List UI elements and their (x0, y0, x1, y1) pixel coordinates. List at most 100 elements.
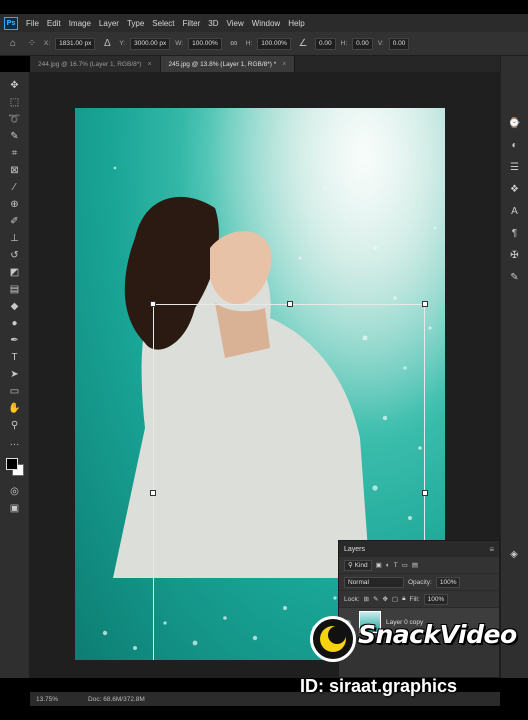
menu-view[interactable]: View (227, 19, 244, 28)
width-field[interactable]: 100.00% (188, 37, 222, 50)
v-skew-label: V: (377, 40, 384, 47)
opacity-field[interactable]: 100% (435, 576, 461, 588)
paragraph-icon[interactable]: ¶ (506, 226, 524, 240)
y-field[interactable]: 3000.00 px (130, 37, 171, 50)
filter-shape-icon[interactable]: ▭ (402, 561, 408, 569)
x-field[interactable]: 1831.00 px (55, 37, 96, 50)
blur-tool-icon[interactable]: ◆ (5, 299, 25, 314)
layers-panel-title[interactable]: Layers (344, 546, 365, 553)
y-label: Y: (119, 40, 126, 47)
document-tabs: 244.jpg @ 16.7% (Layer 1, RGB/8*) × 245.… (30, 56, 500, 72)
zoom-level[interactable]: 13.75% (36, 696, 58, 703)
layers-panel-header: Layers ≡ (339, 541, 499, 557)
layers-panel-icon[interactable]: ◈ (504, 546, 524, 562)
snackvideo-wordmark: SnackVideo (358, 620, 517, 649)
filter-smart-icon[interactable]: ▤ (412, 561, 418, 569)
brush-tool-icon[interactable]: ✐ (5, 214, 25, 229)
history-brush-tool-icon[interactable]: ↺ (5, 248, 25, 263)
history-icon[interactable]: ⌚ (506, 116, 524, 130)
angle-icon: ∠ (298, 38, 308, 49)
frame-tool-icon[interactable]: ⊠ (5, 163, 25, 178)
gradient-tool-icon[interactable]: ▤ (5, 282, 25, 297)
foreground-color-swatch[interactable] (5, 458, 18, 470)
properties-icon[interactable]: ☰ (506, 160, 524, 174)
height-field[interactable]: 100.00% (257, 37, 291, 50)
fill-field[interactable]: 100% (423, 593, 449, 605)
x-label: X: (44, 40, 51, 47)
pen-tool-icon[interactable]: ✒ (5, 333, 25, 348)
type-tool-icon[interactable]: T (5, 350, 25, 365)
angle-field[interactable]: 0.00 (314, 37, 336, 50)
glyphs-icon[interactable]: ✠ (506, 248, 524, 262)
document-size[interactable]: Doc: 68.6M/372.8M (88, 696, 145, 703)
blend-row: Normal Opacity: 100% (339, 574, 499, 591)
menu-layer[interactable]: Layer (99, 19, 119, 28)
menu-bar: Ps File Edit Image Layer Type Select Fil… (0, 14, 528, 32)
marquee-tool-icon[interactable]: ⬚ (5, 95, 25, 110)
adjustments-icon[interactable]: ◐ (506, 138, 524, 152)
screen-mode-icon[interactable]: ▣ (5, 501, 25, 516)
zoom-tool-icon[interactable]: ⚲ (5, 418, 25, 433)
layer-filter-row: ⚲ Kind ▣ ◐ T ▭ ▤ (339, 557, 499, 574)
blend-mode-dropdown[interactable]: Normal (344, 576, 404, 588)
lasso-tool-icon[interactable]: ➰ (5, 112, 25, 127)
menu-type[interactable]: Type (127, 19, 144, 28)
menu-edit[interactable]: Edit (47, 19, 61, 28)
menu-3d[interactable]: 3D (208, 19, 218, 28)
menu-select[interactable]: Select (152, 19, 174, 28)
quick-mask-icon[interactable]: ◎ (5, 484, 25, 499)
libraries-icon[interactable]: ❖ (506, 182, 524, 196)
menu-file[interactable]: File (26, 19, 39, 28)
lock-position-icon[interactable]: ✥ (382, 595, 387, 603)
lock-row: Lock: ⊞ ✎ ✥ ▢ 🔒︎ Fill: 100% (339, 591, 499, 608)
options-bar: ⌂ ⁘ X: 1831.00 px Δ Y: 3000.00 px W: 100… (0, 32, 528, 56)
menu-image[interactable]: Image (69, 19, 91, 28)
more-tools-icon[interactable]: … (5, 435, 25, 450)
tab-label: 245.jpg @ 13.8% (Layer 1, RGB/8*) * (168, 60, 277, 68)
reference-point-icon[interactable]: ⁘ (25, 37, 39, 51)
menu-window[interactable]: Window (252, 19, 280, 28)
close-icon[interactable]: × (282, 61, 286, 68)
layers-panel: Layers ≡ ⚲ Kind ▣ ◐ T ▭ ▤ Normal Opacity… (338, 540, 500, 678)
eraser-tool-icon[interactable]: ◩ (5, 265, 25, 280)
path-select-tool-icon[interactable]: ➤ (5, 367, 25, 382)
filter-adjust-icon[interactable]: ◐ (386, 562, 390, 569)
stamp-tool-icon[interactable]: ⊥ (5, 231, 25, 246)
search-icon: ⚲ (348, 562, 355, 569)
crop-tool-icon[interactable]: ⌗ (5, 146, 25, 161)
move-tool-icon[interactable]: ✥ (5, 78, 25, 93)
h-label: H: (245, 40, 253, 47)
brushes-icon[interactable]: ✎ (506, 270, 524, 284)
filter-type-icon[interactable]: T (394, 562, 398, 569)
quick-select-tool-icon[interactable]: ✎ (5, 129, 25, 144)
lock-all-icon[interactable]: 🔒︎ (402, 595, 405, 603)
shape-tool-icon[interactable]: ▭ (5, 384, 25, 399)
w-label: W: (175, 40, 184, 47)
color-swatches[interactable] (4, 456, 26, 478)
lock-transparent-icon[interactable]: ⊞ (364, 595, 369, 603)
delta-icon[interactable]: Δ (100, 37, 114, 51)
photoshop-logo-icon[interactable]: Ps (4, 16, 18, 30)
menu-help[interactable]: Help (288, 19, 304, 28)
lock-label: Lock: (344, 595, 360, 603)
h-skew-field[interactable]: 0.00 (352, 37, 373, 50)
eyedropper-tool-icon[interactable]: ⁄ (5, 180, 25, 195)
hand-tool-icon[interactable]: ✋ (5, 401, 25, 416)
home-icon[interactable]: ⌂ (6, 37, 20, 51)
tab-244[interactable]: 244.jpg @ 16.7% (Layer 1, RGB/8*) × (30, 56, 161, 72)
character-icon[interactable]: A (506, 204, 524, 218)
dodge-tool-icon[interactable]: ● (5, 316, 25, 331)
close-icon[interactable]: × (147, 61, 151, 68)
lock-image-icon[interactable]: ✎ (373, 595, 378, 603)
lock-artboard-icon[interactable]: ▢ (392, 595, 398, 603)
kind-filter-dropdown[interactable]: ⚲ Kind (344, 559, 372, 571)
panel-menu-icon[interactable]: ≡ (489, 545, 494, 554)
filter-pixel-icon[interactable]: ▣ (376, 561, 382, 569)
healing-tool-icon[interactable]: ⊕ (5, 197, 25, 212)
tools-panel: ✥ ⬚ ➰ ✎ ⌗ ⊠ ⁄ ⊕ ✐ ⊥ ↺ ◩ ▤ ◆ ● ✒ T ➤ ▭ ✋ … (0, 72, 30, 678)
menu-filter[interactable]: Filter (183, 19, 201, 28)
h-skew-label: H: (340, 40, 348, 47)
v-skew-field[interactable]: 0.00 (388, 37, 410, 50)
tab-245[interactable]: 245.jpg @ 13.8% (Layer 1, RGB/8*) * × (160, 56, 296, 72)
link-icon[interactable]: ∞ (227, 37, 241, 51)
